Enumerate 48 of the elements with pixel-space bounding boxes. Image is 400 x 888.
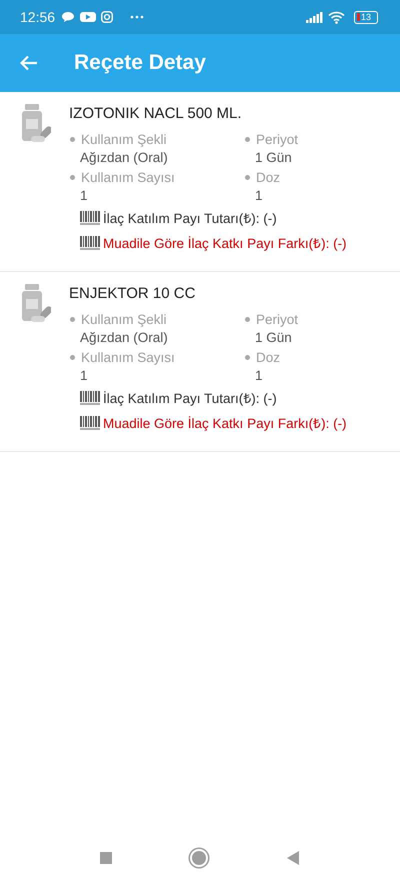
field-value: Ağızdan (Oral): [80, 330, 169, 345]
price-difference-text: Muadile Göre İlaç Katkı Payı Farkı(₺): (-): [103, 415, 347, 432]
copay-text: İlaç Katılım Payı Tutarı(₺): (-): [103, 210, 277, 227]
field-label: Doz: [256, 350, 280, 365]
field-label: Kullanım Şekli: [81, 132, 167, 147]
field-value: 1: [80, 188, 89, 203]
field-label: Kullanım Şekli: [81, 312, 167, 327]
barcode-icon: [80, 236, 100, 250]
signal-icon: [306, 12, 323, 22]
bullet-icon: [70, 137, 75, 142]
back-button[interactable]: [286, 850, 300, 866]
medicine-name: IZOTONIK NACL 500 ML.: [69, 105, 243, 122]
price-difference-text: Muadile Göre İlaç Katkı Payı Farkı(₺): (-): [103, 235, 347, 252]
field-value: Ağızdan (Oral): [80, 150, 169, 165]
screen-title: Reçete Detay: [74, 51, 206, 75]
bullet-icon: [245, 137, 250, 142]
barcode-icon: [80, 416, 100, 430]
field-value: 1: [80, 368, 89, 383]
field-label: Kullanım Sayısı: [81, 170, 175, 185]
home-button[interactable]: [192, 851, 206, 865]
field-label: Kullanım Sayısı: [81, 350, 175, 365]
bullet-icon: [70, 175, 75, 180]
back-icon[interactable]: [20, 55, 38, 71]
field-value: 1 Gün: [255, 150, 293, 165]
bullet-icon: [70, 317, 75, 322]
field-value: 1: [255, 368, 264, 383]
more-icon: [130, 15, 144, 19]
copay-text: İlaç Katılım Payı Tutarı(₺): (-): [103, 390, 277, 407]
bullet-icon: [245, 355, 250, 360]
field-value: 1 Gün: [255, 330, 293, 345]
bullet-icon: [245, 175, 250, 180]
field-label: Periyot: [256, 312, 298, 327]
barcode-icon: [80, 391, 100, 405]
medicine-name: ENJEKTOR 10 CC: [69, 285, 196, 302]
field-value: 1: [255, 188, 264, 203]
barcode-icon: [80, 211, 100, 225]
medicine-icon: [19, 283, 51, 323]
field-label: Periyot: [256, 132, 298, 147]
chat-icon: [61, 11, 76, 23]
camera-icon: [101, 11, 114, 23]
medicine-icon: [19, 103, 51, 143]
field-label: Doz: [256, 170, 280, 185]
video-icon: [80, 11, 96, 23]
clock: 12:56: [20, 9, 56, 25]
wifi-icon: [328, 10, 345, 24]
bullet-icon: [70, 355, 75, 360]
bullet-icon: [245, 317, 250, 322]
battery-icon: 13: [354, 10, 378, 24]
